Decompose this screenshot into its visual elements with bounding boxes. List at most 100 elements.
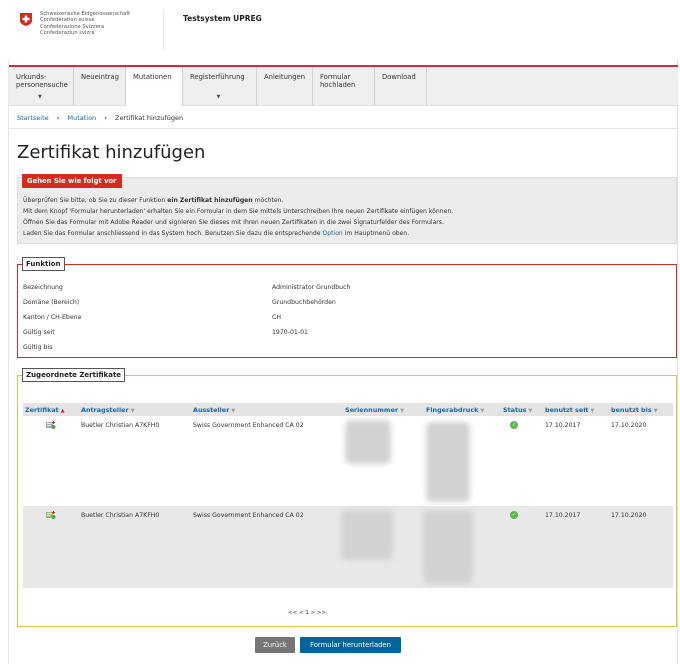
main-nav: Urkunds- personensuche ▼ Neueintrag Muta… [9,65,678,106]
breadcrumb: Startseite › Mutation › Zertifikat hinzu… [17,114,183,122]
fingerabdruck-redacted [426,422,470,502]
column-label: Status [503,406,527,414]
antragsteller-cell: Buetler Christian A7KFH0 [81,422,160,429]
nav-item-download[interactable]: Download [375,67,427,105]
breadcrumb-mutation-link[interactable]: Mutation [67,114,96,122]
column-header-benutzt-seit[interactable]: benutzt seit ▼ [545,406,594,414]
confederation-name: Schweizerische Eidgenossenschaft Confédé… [40,11,130,37]
column-header-zertifikat[interactable]: Zertifikat ▲ [25,406,65,414]
field-value: Administrator Grundbuch [272,284,351,291]
status-ok-icon: ✓ [510,511,518,519]
certificate-icon[interactable] [46,421,56,430]
column-header-antragsteller[interactable]: Antragsteller ▼ [81,406,135,414]
sort-down-icon: ▼ [400,408,404,414]
nav-label: Formular hochladen [320,73,356,89]
sort-up-icon: ▲ [60,408,65,414]
column-label: Zertifikat [25,406,59,414]
instruction-line: Mit dem Knopf 'Formular herunterladen' e… [23,208,454,215]
chevron-down-icon: ▼ [216,94,221,100]
download-form-button[interactable]: Formular herunterladen [300,637,401,653]
back-button[interactable]: Zurück [255,637,295,653]
seriennummer-redacted [341,510,393,560]
benutzt-seit-cell: 17.10.2017 [545,512,581,519]
fingerabdruck-redacted [423,510,473,584]
instruction-line: Überprüfen Sie bitte, ob Sie zu dieser F… [23,195,453,206]
aussteller-cell: Swiss Government Enhanced CA 02 [193,512,304,519]
table-row[interactable]: Buetler Christian A7KFH0 Swiss Governmen… [23,416,673,506]
sort-down-icon: ▼ [653,408,658,414]
nav-label: Anleitungen [264,73,306,81]
instructions-text: Überprüfen Sie bitte, ob Sie zu dieser F… [23,195,453,239]
field-label: Domäne (Bereich) [23,299,80,306]
instructions-box: Gehen Sie wie folgt vor Überprüfen Sie b… [17,174,677,244]
zertifikate-fieldset: Zugeordnete Zertifikate Zertifikat ▲ Antr… [17,368,677,627]
confederation-line: Confederaziun svizra [40,30,95,37]
field-value: Grundbuchbehörden [272,299,336,306]
column-header-seriennummer[interactable]: Seriennummer ▼ [345,406,404,414]
instruction-text: Überprüfen Sie bitte, ob Sie zu dieser F… [23,197,168,204]
header-divider [163,10,164,50]
field-label: Kanton / CH-Ebene [23,314,82,321]
nav-label: Mutationen [133,73,172,81]
nav-item-neueintrag[interactable]: Neueintrag [74,67,126,105]
page-title: Zertifikat hinzufügen [17,142,206,163]
column-header-aussteller[interactable]: Aussteller ▼ [193,406,235,414]
nav-label: Urkunds- personensuche [16,73,68,89]
nav-item-registerfuehrung[interactable]: Registerführung ▼ [183,67,257,105]
column-label: benutzt seit [545,406,589,414]
benutzt-bis-cell: 17.10.2020 [611,422,647,429]
breadcrumb-divider [9,128,678,129]
option-link[interactable]: Option [322,230,342,237]
column-label: benutzt bis [611,406,652,414]
nav-label: Download [382,73,416,81]
instruction-line: Öffnen Sie das Formular mit Adobe Reader… [23,219,444,226]
field-value: CH [272,314,281,321]
table-row[interactable]: Buetler Christian A7KFH0 Swiss Governmen… [23,506,673,588]
instruction-text: möchten. [252,197,284,204]
antragsteller-cell: Buetler Christian A7KFH0 [81,512,160,519]
status-ok-icon: ✓ [510,421,518,429]
nav-label: Registerführung [190,73,245,81]
nav-item-formular-hochladen[interactable]: Formular hochladen [313,67,375,105]
benutzt-bis-cell: 17.10.2020 [611,512,647,519]
field-label: Bezeichnung [23,284,63,291]
instructions-tag: Gehen Sie wie folgt vor [22,174,122,188]
instruction-text: Laden Sie das Formular anschliessend in … [23,230,323,237]
instruction-bold: ein Zertifikat hinzufügen [167,197,253,204]
sort-down-icon: ▼ [590,408,595,414]
column-label: Fingerabdruck [426,406,479,414]
column-header-benutzt-bis[interactable]: benutzt bis ▼ [611,406,658,414]
benutzt-seit-cell: 17.10.2017 [545,422,581,429]
column-header-status[interactable]: Status ▼ [503,406,532,414]
column-header-fingerabdruck[interactable]: Fingerabdruck ▼ [426,406,484,414]
chevron-down-icon: ▼ [38,94,42,100]
funktion-legend: Funktion [22,257,65,271]
sort-down-icon: ▼ [130,408,135,414]
certificate-icon[interactable] [46,511,56,520]
column-label: Aussteller [193,406,230,414]
aussteller-cell: Swiss Government Enhanced CA 02 [193,422,304,429]
sort-down-icon: ▼ [231,408,236,414]
field-value: 1970-01-01 [272,329,308,336]
nav-item-mutationen[interactable]: Mutationen [126,67,183,106]
pagination[interactable]: << < 1 > >> [288,610,326,616]
system-title: Testsystem UPREG [183,14,262,23]
column-label: Seriennummer [345,406,399,414]
breadcrumb-separator: › [56,114,60,122]
funktion-fieldset: Funktion Bezeichnung Administrator Grund… [17,257,677,358]
breadcrumb-separator: › [104,114,107,122]
sort-down-icon: ▼ [528,408,533,414]
instruction-text: im Hauptmenü oben. [342,230,410,237]
seriennummer-redacted [345,420,391,464]
column-label: Antragsteller [81,406,129,414]
field-label: Gültig seit [23,329,55,336]
swiss-cross-logo[interactable] [20,13,32,26]
field-label: Gültig bis [23,344,53,351]
instruction-line: Laden Sie das Formular anschliessend in … [23,228,453,239]
nav-item-urkundspersonensuche[interactable]: Urkunds- personensuche ▼ [9,67,74,105]
nav-item-anleitungen[interactable]: Anleitungen [257,67,313,105]
breadcrumb-home-link[interactable]: Startseite [17,114,49,122]
nav-label: Neueintrag [81,73,119,81]
sort-down-icon: ▼ [480,408,485,414]
breadcrumb-current: Zertifikat hinzufügen [115,114,184,122]
